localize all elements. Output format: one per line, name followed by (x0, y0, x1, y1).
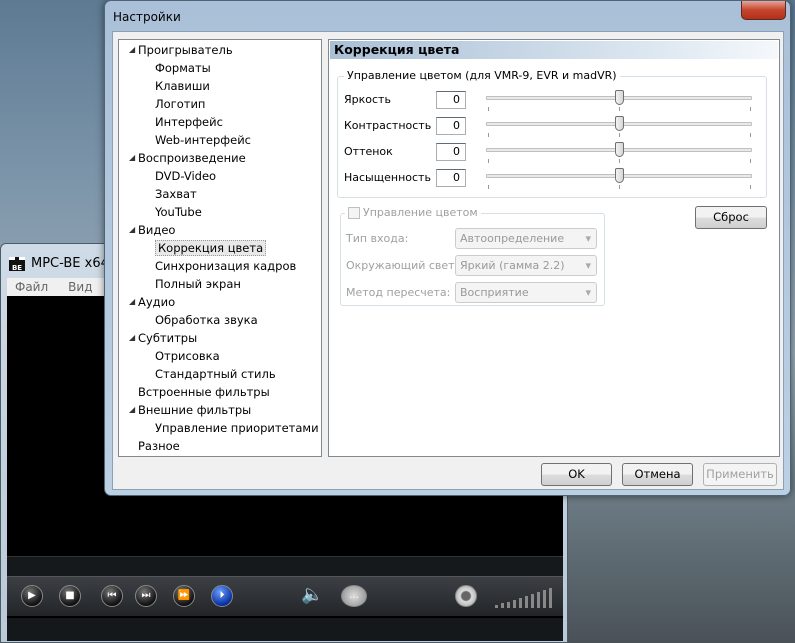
dialog-client: Проигрыватель ◢ Форматы Клавиши Логотип Интер… (112, 31, 784, 490)
option-label: Окружающий свет: (346, 259, 459, 272)
next-icon[interactable]: ⏭ (135, 585, 157, 607)
slider-thumb[interactable] (615, 142, 624, 157)
tree-item[interactable]: Управление приоритетами (155, 420, 319, 436)
ok-button[interactable]: OK (541, 463, 612, 486)
tree-item[interactable]: Отрисовка (155, 348, 220, 364)
slider-value-input[interactable]: 0 (436, 117, 466, 135)
tree-item[interactable]: Стандартный стиль (155, 366, 276, 382)
tree-item[interactable]: Клавиши (155, 78, 210, 94)
expand-triangle-icon[interactable]: ◢ (129, 297, 135, 306)
slider-thumb[interactable] (615, 168, 624, 183)
audio-track-icon[interactable]: 🔈 (301, 585, 323, 607)
mute-icon[interactable] (455, 585, 477, 607)
tree-item[interactable]: Внешние фильтры (138, 402, 251, 418)
slider-label: Контрастность (344, 119, 432, 132)
slider-value-input[interactable]: 0 (436, 143, 466, 161)
color-management-group: Управление цветом (для VMR-9, EVR и madV… (337, 69, 767, 198)
close-button[interactable] (741, 1, 786, 20)
stop-icon[interactable]: ■ (59, 585, 81, 607)
option-label: Метод пересчета: (346, 286, 451, 299)
tree-item[interactable]: Воспроизведение (138, 150, 246, 166)
tree-item[interactable]: Коррекция цвета (155, 240, 267, 256)
frame-step-icon[interactable]: ⏵ (211, 585, 233, 607)
apply-button[interactable]: Применить (703, 463, 777, 486)
play-icon[interactable]: ▶ (21, 585, 43, 607)
app-logo-icon: BE (9, 256, 25, 272)
settings-tree: Проигрыватель ◢ Форматы Клавиши Логотип Интер… (118, 39, 322, 457)
tree-item[interactable]: Синхронизация кадров (155, 258, 296, 274)
expand-triangle-icon[interactable]: ◢ (129, 405, 135, 414)
expand-triangle-icon[interactable]: ◢ (129, 153, 135, 162)
tree-item[interactable]: Обработка звука (155, 312, 258, 328)
slider-value-input[interactable]: 0 (436, 169, 466, 187)
tree-item[interactable]: DVD-Video (155, 168, 216, 184)
option-dropdown[interactable]: Восприятие (455, 282, 597, 303)
slider-thumb[interactable] (615, 90, 624, 105)
tree-item[interactable]: Проигрыватель (138, 42, 233, 58)
expand-triangle-icon[interactable]: ◢ (129, 45, 135, 54)
dialog-title: Настройки (113, 10, 181, 24)
tree-item[interactable]: Разное (138, 438, 180, 454)
tree-item[interactable]: Аудио (138, 294, 175, 310)
slider-value-input[interactable]: 0 (436, 91, 466, 109)
menu-view[interactable]: Вид (68, 280, 92, 294)
tree-item[interactable]: YouTube (155, 204, 202, 220)
expand-triangle-icon[interactable]: ◢ (129, 333, 135, 342)
tree-item[interactable]: Форматы (155, 60, 211, 76)
slider-label: Оттенок (344, 145, 393, 158)
menu-file[interactable]: Файл (15, 280, 48, 294)
previous-icon[interactable]: ⏮ (101, 585, 123, 607)
player-title-bar: BE MPC-BE x64 - (9, 256, 118, 272)
option-dropdown[interactable]: Автоопределение (455, 228, 597, 249)
color-management-disabled-group: Управление цветом Тип входа: Автоопредел… (340, 206, 605, 306)
fast-forward-icon[interactable]: ⏩ (173, 585, 195, 607)
option-dropdown[interactable]: Яркий (гамма 2.2) (455, 255, 597, 276)
seek-bar[interactable] (7, 556, 563, 576)
status-bar (7, 616, 563, 641)
tree-item[interactable]: Логотип (155, 96, 205, 112)
cancel-button[interactable]: Отмена (622, 463, 693, 486)
reset-button[interactable]: Сброс (695, 206, 767, 229)
tree-item[interactable]: Web-интерфейс (155, 132, 251, 148)
slider-thumb[interactable] (615, 116, 624, 131)
group-label: Управление цветом (для VMR-9, EVR и madV… (344, 69, 620, 82)
settings-dialog: Настройки Проигрыватель ◢ Форматы Клавиши Ло… (104, 0, 791, 496)
color-management-checkbox[interactable] (348, 206, 360, 219)
tree-item[interactable]: Интерфейс (155, 114, 223, 130)
slider-label: Насыщенность (344, 171, 431, 184)
option-label: Тип входа: (346, 232, 409, 245)
color-correction-panel: Коррекция цвета Управление цветом (для V… (328, 39, 780, 457)
control-bar: ▶ ■ ⏮ ⏭ ⏩ ⏵ 🔈 … (7, 576, 563, 616)
tree-item[interactable]: Встроенные фильтры (138, 384, 270, 400)
slider-label: Яркость (344, 93, 391, 106)
tree-item[interactable]: Захват (155, 186, 197, 202)
color-management-label: Управление цветом (363, 206, 478, 219)
tree-item[interactable]: Видео (138, 222, 175, 238)
tree-item[interactable]: Полный экран (155, 276, 241, 292)
panel-header: Коррекция цвета (330, 41, 778, 59)
expand-triangle-icon[interactable]: ◢ (129, 225, 135, 234)
tree-item[interactable]: Субтитры (138, 330, 197, 346)
subtitles-icon[interactable]: … (341, 585, 367, 607)
